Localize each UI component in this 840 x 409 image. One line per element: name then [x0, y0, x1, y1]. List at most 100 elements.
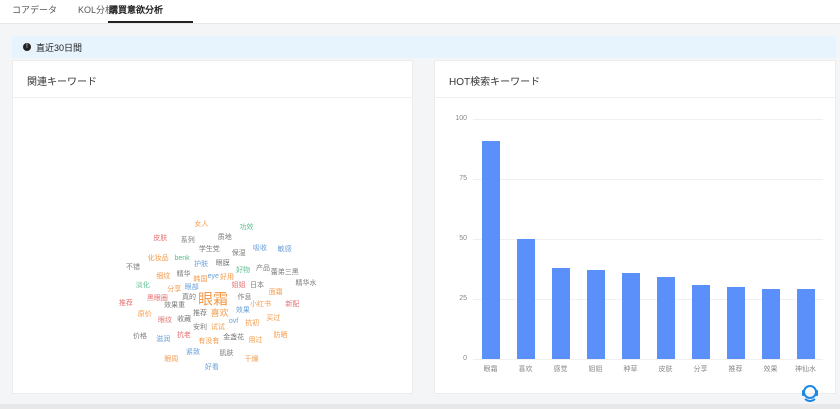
cloud-word: 防晒	[273, 332, 288, 340]
gridline	[473, 359, 823, 360]
cloud-word: 面霜	[268, 288, 283, 296]
cloud-word: 效果	[235, 306, 250, 314]
cloud-word: 皮肤	[153, 235, 168, 243]
bar[interactable]	[551, 267, 570, 359]
cloud-word: 紧致	[186, 349, 201, 357]
cloud-word: 用过	[248, 336, 263, 344]
cloud-word: 精华	[176, 270, 191, 278]
tab-bar: コアデータ KOL分析 購買意欲分析	[0, 0, 840, 24]
cloud-word: 喜欢	[210, 308, 229, 319]
y-tick-label: 25	[459, 295, 467, 302]
cloud-word: 价格	[133, 333, 147, 341]
cloud-word: 护肤	[194, 261, 209, 269]
date-range-bar: ! 直近30日間	[12, 36, 836, 58]
cloud-word: 不错	[125, 264, 140, 272]
cloud-word: 分享	[167, 285, 182, 293]
cloud-word: 真的	[182, 294, 197, 301]
cloud-word: 蕾弟三黑	[270, 269, 299, 277]
cloud-word: 眼部	[184, 284, 199, 292]
cloud-word: 买过	[266, 314, 281, 322]
active-tab-indicator	[108, 21, 193, 23]
cloud-word: 抗老	[176, 332, 191, 340]
y-tick-label: 0	[463, 355, 467, 362]
cloud-word: ovf	[228, 318, 239, 326]
cloud-word: 有没有	[198, 338, 220, 346]
cloud-word: 学生党	[198, 246, 220, 254]
cloud-word: 好物	[236, 267, 251, 275]
word-cloud: 眼霜 喜欢 推荐 真的 眼部 韩国 好用 姐姐 作息 效果 试试 安利 收藏 效果重 分享 精华 护肤 眼膜 好物日…	[13, 61, 414, 395]
hot-keywords-bar-chart: 0 25 50 75 100 眼霜 喜欢 感觉 姐姐 种草 皮肤 分享 推荐 效果 神仙水	[435, 61, 837, 395]
x-tick-label: 感觉	[553, 366, 568, 373]
x-tick-label: 神仙水	[795, 366, 816, 373]
x-tick-label: 眼霜	[483, 366, 498, 373]
bar[interactable]	[516, 239, 535, 359]
cloud-word: 眼膜	[215, 259, 230, 267]
cloud-word: 小红书	[250, 301, 272, 309]
cloud-word: 韩国	[193, 276, 208, 284]
bar[interactable]	[481, 140, 500, 359]
cloud-word: 系列	[180, 237, 195, 245]
x-tick-label: 分享	[693, 366, 708, 373]
cloud-word: 产品	[255, 265, 270, 273]
cloud-word: 敏感	[277, 245, 292, 253]
tab-purchase-intent[interactable]: 購買意欲分析	[109, 3, 163, 16]
cloud-word: 好看	[204, 364, 219, 372]
cloud-word: 细纹	[156, 272, 171, 280]
y-tick-label: 100	[455, 115, 467, 122]
cloud-word: 功效	[239, 224, 254, 232]
cloud-word: 女人	[194, 220, 209, 228]
bar[interactable]	[621, 272, 640, 359]
bottom-strip	[0, 404, 840, 409]
cloud-word: 保湿	[231, 250, 246, 258]
x-tick-label: 姐姐	[588, 366, 603, 373]
cloud-word: 效果重	[164, 302, 186, 310]
cloud-word: 肌肤	[219, 349, 234, 357]
cloud-word: 淡化	[135, 282, 150, 290]
bar[interactable]	[796, 289, 815, 359]
cloud-word: 眼周	[164, 356, 179, 364]
cloud-word: 新配	[285, 301, 300, 309]
bar[interactable]	[691, 284, 710, 359]
cloud-word: eye	[207, 272, 219, 280]
x-tick-label: 种草	[623, 366, 638, 373]
bar[interactable]	[761, 289, 780, 359]
cloud-word: 金盏花	[223, 333, 245, 341]
y-tick-label: 75	[459, 175, 467, 182]
cloud-word: 干燥	[244, 355, 259, 363]
cloud-word: 作息	[237, 293, 252, 301]
cloud-word: 日本	[249, 282, 264, 290]
cloud-word: 黑眼圈	[146, 295, 168, 303]
cloud-word: 推荐	[118, 299, 133, 307]
cloud-word: 滋润	[156, 335, 171, 343]
bar[interactable]	[726, 287, 745, 359]
cloud-word: 试试	[210, 324, 225, 332]
hot-keywords-panel: HOT検索キーワード 0 25 50 75 100 眼霜 喜欢 感觉 姐姐 种草 皮肤 分享 推荐 效果神…	[434, 60, 836, 394]
cloud-word: 精华水	[295, 279, 317, 287]
support-agent-icon[interactable]	[797, 382, 823, 404]
cloud-word: 姐姐	[231, 282, 246, 290]
cloud-word: 眼纹	[158, 316, 173, 324]
tab-core-data[interactable]: コアデータ	[12, 3, 57, 16]
cloud-word: 收藏	[177, 315, 192, 323]
cloud-word: 化妆品	[147, 255, 169, 263]
cloud-word: 安利	[192, 323, 207, 331]
date-range-label: 直近30日間	[36, 43, 83, 53]
x-tick-label: 皮肤	[658, 366, 673, 373]
cloud-word: 原价	[137, 311, 152, 319]
cloud-word: benk	[174, 254, 190, 262]
y-tick-label: 50	[459, 235, 467, 242]
cloud-word: 推荐	[193, 309, 208, 317]
bar[interactable]	[656, 277, 675, 359]
info-icon: !	[23, 43, 31, 51]
cloud-word: 抗初	[245, 320, 260, 328]
cloud-word: 质地	[217, 233, 232, 241]
x-tick-label: 效果	[763, 366, 778, 373]
x-tick-label: 喜欢	[518, 366, 533, 373]
cloud-word: 吸收	[252, 244, 267, 252]
bar[interactable]	[586, 270, 605, 359]
cloud-word: 眼霜	[198, 290, 229, 308]
cloud-word: 好用	[220, 274, 235, 282]
gridline	[473, 179, 823, 180]
related-keywords-panel: 関連キーワード 眼霜 喜欢 推荐 真的 眼部 韩国 好用 姐姐 作息 效果 试试 安利 收藏 效果重 分享精…	[12, 60, 413, 394]
gridline	[473, 119, 823, 120]
